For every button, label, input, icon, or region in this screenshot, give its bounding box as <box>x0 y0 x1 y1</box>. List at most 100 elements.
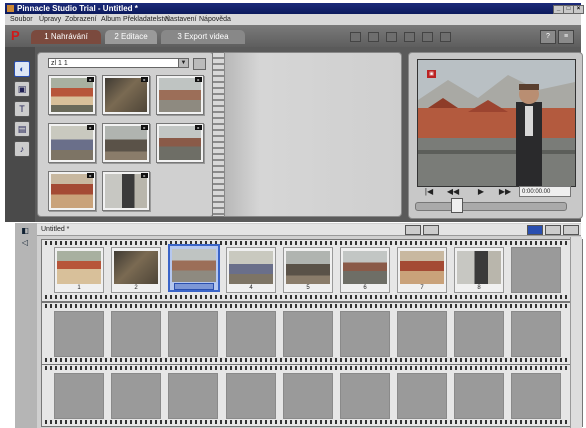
storyboard-empty-slot[interactable] <box>226 311 276 357</box>
capture-indicator-icon: ▣ <box>427 70 436 78</box>
storyboard-view-button[interactable] <box>527 225 543 235</box>
clip-number: 4 <box>249 285 253 291</box>
tab-capture[interactable]: 1 Nahrávání <box>31 30 101 44</box>
storyboard-clip[interactable]: 7 <box>397 247 447 293</box>
clip-thumbnail <box>172 249 216 282</box>
album-page: zl 1 1 ▼ ▸ ▸ ▸ ▸ ▸ ▸ ▸ ▸ <box>37 52 214 217</box>
scene-marker-icon: ▸ <box>195 125 202 130</box>
album-scene-thumbnail[interactable]: ▸ <box>102 75 150 115</box>
menu-upravy[interactable]: Úpravy <box>39 15 61 24</box>
text-view-button[interactable] <box>563 225 579 235</box>
timeline-view-button[interactable] <box>545 225 561 235</box>
album-scene-thumbnail[interactable]: ▸ <box>48 171 96 211</box>
fast-forward-icon[interactable]: ▶▶ <box>497 187 513 197</box>
storyboard-empty-slot[interactable] <box>111 373 161 419</box>
storyboard-empty-slot[interactable] <box>168 311 218 357</box>
album-scene-thumbnail[interactable]: ▸ <box>48 75 96 115</box>
menu-zobrazeni[interactable]: Zobrazení <box>65 15 97 24</box>
titles-tab-icon[interactable]: T <box>14 101 30 117</box>
toolbar-icon-5[interactable] <box>422 32 433 42</box>
video-scenes-tab-icon[interactable]: ◐ <box>14 61 30 77</box>
storyboard-clip[interactable]: 8 <box>454 247 504 293</box>
toolbar-icon-4[interactable] <box>404 32 415 42</box>
scrubber-handle[interactable] <box>451 198 463 213</box>
storyboard-empty-slot[interactable] <box>283 311 333 357</box>
menu-album[interactable]: Album <box>101 15 121 24</box>
scene-marker-icon: ▸ <box>141 173 148 178</box>
menu-napoveda[interactable]: Nápověda <box>199 15 231 24</box>
storyboard-empty-slot[interactable] <box>454 373 504 419</box>
scene-image <box>159 126 201 160</box>
toolbar-icon-2[interactable] <box>368 32 379 42</box>
album-scene-thumbnail[interactable]: ▸ <box>102 171 150 211</box>
trash-icon[interactable] <box>423 225 439 235</box>
split-view-icon[interactable] <box>405 225 421 235</box>
storyboard-empty-slot[interactable] <box>54 311 104 357</box>
movie-header: Untitled * <box>37 224 581 236</box>
storyboard-empty-slot[interactable] <box>226 373 276 419</box>
film-perforation <box>42 295 582 299</box>
scene-marker-icon: ▸ <box>87 77 94 82</box>
storyboard-clip[interactable]: 2 <box>111 247 161 293</box>
storyboard-clip[interactable]: 5 <box>283 247 333 293</box>
volume-icon[interactable]: ◁ <box>19 238 31 248</box>
storyboard-clip[interactable]: 1 <box>54 247 104 293</box>
scene-image <box>105 78 147 112</box>
step-tab-bar: P 1 Nahrávání 2 Editace 3 Export videa ?… <box>5 25 581 47</box>
film-perforation <box>42 420 582 424</box>
rewind-icon[interactable]: ◀◀ <box>445 187 461 197</box>
close-button[interactable]: × <box>573 5 584 14</box>
tab-edit[interactable]: 2 Editace <box>105 30 157 44</box>
clip-thumbnail <box>343 251 387 284</box>
storyboard-empty-slot[interactable] <box>340 311 390 357</box>
album-options-button[interactable] <box>193 58 206 70</box>
storyboard-empty-slot[interactable] <box>511 311 561 357</box>
help-icon[interactable]: ? <box>540 30 556 44</box>
storyboard-scrollbar[interactable] <box>570 237 582 428</box>
storyboard-empty-slot[interactable] <box>54 373 104 419</box>
film-perforation <box>42 366 582 370</box>
scrubber-track[interactable] <box>415 202 567 211</box>
album-section-dropdown[interactable]: zl 1 1 ▼ <box>48 58 189 68</box>
storyboard-clip[interactable]: 6 <box>340 247 390 293</box>
storyboard-empty-slot[interactable] <box>397 311 447 357</box>
settings-icon[interactable]: ≡ <box>558 30 574 44</box>
sound-effects-tab-icon[interactable]: ♪ <box>14 141 30 157</box>
tab-export[interactable]: 3 Export videa <box>161 30 245 44</box>
clip-trim-bar[interactable] <box>174 283 214 290</box>
timecode-display[interactable]: 0:00:00.00 <box>519 186 571 197</box>
photos-tab-icon[interactable]: ▤ <box>14 121 30 137</box>
storyboard-empty-slot[interactable] <box>454 311 504 357</box>
menu-prekladatelstvi[interactable]: Překladatelství <box>123 15 169 24</box>
go-to-start-icon[interactable]: |◀ <box>421 187 437 197</box>
scene-image <box>51 174 93 208</box>
menu-nastaveni[interactable]: Nastavení <box>165 15 197 24</box>
clip-number: 6 <box>363 285 367 291</box>
transitions-tab-icon[interactable]: ▣ <box>14 81 30 97</box>
album-section-value: zl 1 1 <box>51 60 68 67</box>
storyboard-empty-slot[interactable] <box>397 373 447 419</box>
toolbar-icon-3[interactable] <box>386 32 397 42</box>
storyboard-empty-slot[interactable] <box>511 247 561 293</box>
play-icon[interactable]: ▶ <box>473 187 489 197</box>
album-scene-thumbnail[interactable]: ▸ <box>102 123 150 163</box>
scene-image <box>105 126 147 160</box>
camcorder-icon[interactable]: ◧ <box>19 226 31 236</box>
storyboard-clip-selected[interactable]: 3 <box>168 244 220 292</box>
album-scene-thumbnail[interactable]: ▸ <box>156 75 204 115</box>
storyboard-empty-slot[interactable] <box>283 373 333 419</box>
album-tool-column: ◐ ▣ T ▤ ♪ <box>5 47 35 222</box>
storyboard-empty-slot[interactable] <box>511 373 561 419</box>
menu-soubor[interactable]: Soubor <box>10 15 33 24</box>
storyboard-empty-slot[interactable] <box>340 373 390 419</box>
toolbar-icon-1[interactable] <box>350 32 361 42</box>
toolbar-icon-6[interactable] <box>440 32 451 42</box>
storyboard-clip[interactable]: 4 <box>226 247 276 293</box>
album-scene-thumbnail[interactable]: ▸ <box>48 123 96 163</box>
album-scene-thumbnail[interactable]: ▸ <box>156 123 204 163</box>
storyboard-row: 1 2 3 4 5 6 7 8 <box>41 239 583 302</box>
storyboard-empty-slot[interactable] <box>168 373 218 419</box>
clip-number: 7 <box>420 285 424 291</box>
storyboard-empty-slot[interactable] <box>111 311 161 357</box>
clip-number: 2 <box>134 285 138 291</box>
